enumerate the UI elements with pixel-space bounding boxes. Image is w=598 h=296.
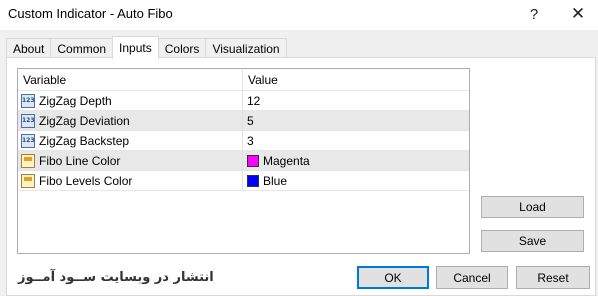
dialog-client: About Common Inputs Colors Visualization…: [0, 30, 598, 296]
number-icon: 123: [21, 113, 35, 128]
help-button[interactable]: ?: [518, 2, 550, 26]
variable-value[interactable]: Magenta: [263, 154, 310, 168]
reset-button[interactable]: Reset: [516, 266, 590, 289]
close-button[interactable]: ✕: [562, 2, 594, 26]
table-row[interactable]: 123 ZigZag Deviation 5: [18, 111, 469, 131]
variable-name: Fibo Line Color: [39, 153, 121, 168]
tab-visualization[interactable]: Visualization: [205, 38, 287, 58]
variable-value[interactable]: 12: [247, 94, 260, 108]
color-swatch[interactable]: [247, 174, 259, 187]
variable-value[interactable]: Blue: [263, 174, 287, 188]
color-swatch[interactable]: [247, 154, 259, 167]
table-row[interactable]: 123 ZigZag Depth 12: [18, 91, 469, 111]
load-button[interactable]: Load: [481, 196, 584, 218]
inputs-panel: Variable Value 123 ZigZag Depth 12 123 Z…: [6, 57, 596, 296]
variable-name: ZigZag Depth: [39, 93, 112, 108]
window-title: Custom Indicator - Auto Fibo: [8, 6, 173, 21]
variable-value[interactable]: 3: [247, 134, 254, 148]
color-icon: [21, 153, 35, 168]
title-bar: Custom Indicator - Auto Fibo ? ✕: [0, 0, 598, 30]
table-header: Variable Value: [18, 69, 469, 91]
variable-name: ZigZag Backstep: [39, 133, 130, 148]
tab-strip: About Common Inputs Colors Visualization: [6, 36, 287, 59]
variable-value[interactable]: 5: [247, 114, 254, 128]
close-icon: ✕: [570, 4, 586, 23]
watermark-text: انتشار در وبسایت ســود آمــوز: [18, 270, 214, 285]
table-row[interactable]: 123 ZigZag Backstep 3: [18, 131, 469, 151]
save-button[interactable]: Save: [481, 230, 584, 252]
table-row[interactable]: Fibo Line Color Magenta: [18, 151, 469, 171]
tab-common[interactable]: Common: [50, 38, 114, 58]
number-icon: 123: [21, 133, 35, 148]
variable-name: Fibo Levels Color: [39, 173, 133, 188]
tab-inputs[interactable]: Inputs: [112, 36, 159, 59]
variable-name: ZigZag Deviation: [39, 113, 130, 128]
cancel-button[interactable]: Cancel: [436, 266, 508, 289]
tab-colors[interactable]: Colors: [157, 38, 207, 58]
color-icon: [21, 173, 35, 188]
number-icon: 123: [21, 93, 35, 108]
table-row[interactable]: Fibo Levels Color Blue: [18, 171, 469, 191]
help-icon: ?: [529, 5, 539, 23]
ok-button[interactable]: OK: [357, 266, 429, 289]
tab-about[interactable]: About: [6, 38, 52, 58]
column-header-value[interactable]: Value: [243, 69, 469, 91]
column-header-variable[interactable]: Variable: [18, 69, 243, 91]
inputs-table: Variable Value 123 ZigZag Depth 12 123 Z…: [17, 68, 470, 254]
